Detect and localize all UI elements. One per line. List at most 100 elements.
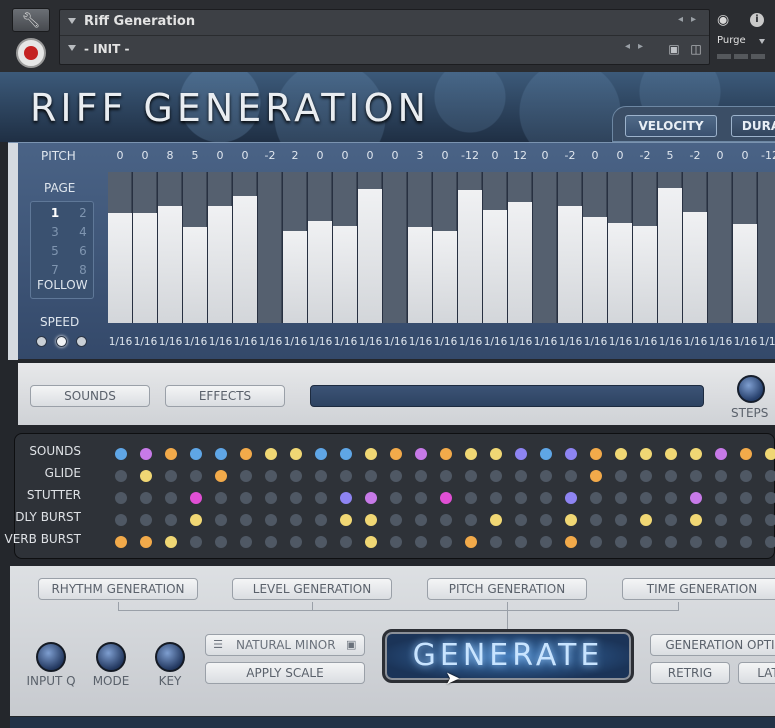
key-knob[interactable]: [155, 642, 185, 672]
matrix-dot[interactable]: [690, 492, 702, 504]
step-cell[interactable]: [133, 172, 157, 323]
step-cell[interactable]: [408, 172, 432, 323]
step-length[interactable]: 1/16: [333, 336, 358, 348]
preset-nav-arrows[interactable]: ◂▸: [625, 41, 651, 52]
matrix-dot[interactable]: [240, 536, 252, 548]
matrix-dot[interactable]: [415, 492, 427, 504]
page-4[interactable]: 4: [73, 225, 93, 239]
matrix-dot[interactable]: [240, 514, 252, 526]
step-length[interactable]: 1/16: [708, 336, 733, 348]
matrix-dot[interactable]: [565, 536, 577, 548]
input-q-knob[interactable]: [36, 642, 66, 672]
matrix-dot[interactable]: [240, 492, 252, 504]
matrix-dot[interactable]: [240, 470, 252, 482]
instrument-nav-arrows[interactable]: ◂▸: [678, 14, 704, 25]
matrix-dot[interactable]: [665, 470, 677, 482]
matrix-dot[interactable]: [265, 536, 277, 548]
trash-icon[interactable]: ◫: [688, 41, 704, 57]
matrix-dot[interactable]: [390, 492, 402, 504]
page-1[interactable]: 1: [45, 206, 65, 220]
step-length[interactable]: 1/16: [358, 336, 383, 348]
matrix-dot[interactable]: [190, 448, 202, 460]
matrix-dot[interactable]: [615, 448, 627, 460]
step-length[interactable]: 1/16: [233, 336, 258, 348]
matrix-dot[interactable]: [540, 536, 552, 548]
matrix-dot[interactable]: [515, 470, 527, 482]
matrix-dot[interactable]: [665, 536, 677, 548]
matrix-dot[interactable]: [290, 492, 302, 504]
matrix-dot[interactable]: [540, 492, 552, 504]
step-length[interactable]: 1/16: [258, 336, 283, 348]
sounds-button[interactable]: SOUNDS: [30, 385, 150, 407]
step-cell[interactable]: [658, 172, 682, 323]
matrix-dot[interactable]: [590, 448, 602, 460]
matrix-dot[interactable]: [290, 448, 302, 460]
step-cell[interactable]: [483, 172, 507, 323]
step-bar[interactable]: [408, 227, 432, 323]
matrix-dot[interactable]: [165, 448, 177, 460]
matrix-dot[interactable]: [415, 536, 427, 548]
matrix-dot[interactable]: [365, 514, 377, 526]
matrix-dot[interactable]: [315, 492, 327, 504]
step-cell[interactable]: [433, 172, 457, 323]
step-bar[interactable]: [733, 224, 757, 323]
matrix-dot[interactable]: [440, 470, 452, 482]
matrix-dot[interactable]: [315, 470, 327, 482]
step-bar[interactable]: [683, 212, 707, 323]
matrix-dot[interactable]: [515, 492, 527, 504]
effects-button[interactable]: EFFECTS: [165, 385, 285, 407]
matrix-dot[interactable]: [740, 514, 752, 526]
step-grid[interactable]: [108, 172, 775, 323]
step-cell[interactable]: [508, 172, 532, 323]
step-length[interactable]: 1/16: [133, 336, 158, 348]
matrix-dot[interactable]: [615, 536, 627, 548]
step-bar[interactable]: [208, 206, 232, 323]
step-cell[interactable]: [283, 172, 307, 323]
matrix-dot[interactable]: [590, 492, 602, 504]
step-length[interactable]: 1/16: [183, 336, 208, 348]
matrix-dot[interactable]: [365, 536, 377, 548]
matrix-dot[interactable]: [565, 448, 577, 460]
matrix-dot[interactable]: [265, 448, 277, 460]
step-cell[interactable]: [533, 172, 557, 323]
page-8[interactable]: 8: [73, 263, 93, 277]
matrix-dot[interactable]: [690, 514, 702, 526]
step-length[interactable]: 1/16: [283, 336, 308, 348]
matrix-dot[interactable]: [415, 470, 427, 482]
step-length[interactable]: 1/16: [583, 336, 608, 348]
step-bar[interactable]: [158, 206, 182, 323]
chevron-down-icon[interactable]: [759, 39, 765, 44]
step-bar[interactable]: [483, 210, 507, 323]
page-5[interactable]: 5: [45, 244, 65, 258]
matrix-dot[interactable]: [365, 448, 377, 460]
steps-knob[interactable]: [737, 375, 765, 403]
matrix-dot[interactable]: [390, 536, 402, 548]
step-cell[interactable]: [108, 172, 132, 323]
matrix-dot[interactable]: [715, 536, 727, 548]
camera-icon[interactable]: ◉: [717, 12, 729, 28]
rhythm-generation-button[interactable]: RHYTHM GENERATION: [38, 578, 198, 600]
step-bar[interactable]: [358, 189, 382, 323]
matrix-dot[interactable]: [590, 536, 602, 548]
tab-velocity[interactable]: VELOCITY: [625, 115, 717, 137]
matrix-dot[interactable]: [490, 470, 502, 482]
matrix-dot[interactable]: [740, 536, 752, 548]
matrix-dot[interactable]: [665, 492, 677, 504]
matrix-dot[interactable]: [740, 448, 752, 460]
matrix-dot[interactable]: [340, 492, 352, 504]
matrix-dot[interactable]: [340, 514, 352, 526]
step-cell[interactable]: [558, 172, 582, 323]
matrix-dot[interactable]: [440, 448, 452, 460]
matrix-dot[interactable]: [665, 448, 677, 460]
matrix-dot[interactable]: [465, 492, 477, 504]
step-length[interactable]: 1/16: [433, 336, 458, 348]
lock-icon[interactable]: ▣: [346, 638, 356, 651]
speed-option[interactable]: [76, 336, 87, 347]
scale-select[interactable]: ☰ NATURAL MINOR ▣: [205, 634, 365, 656]
speed-option[interactable]: [36, 336, 47, 347]
step-cell[interactable]: [683, 172, 707, 323]
step-length[interactable]: 1/16: [508, 336, 533, 348]
matrix-dot[interactable]: [565, 492, 577, 504]
step-cell[interactable]: [158, 172, 182, 323]
matrix-dot[interactable]: [390, 448, 402, 460]
